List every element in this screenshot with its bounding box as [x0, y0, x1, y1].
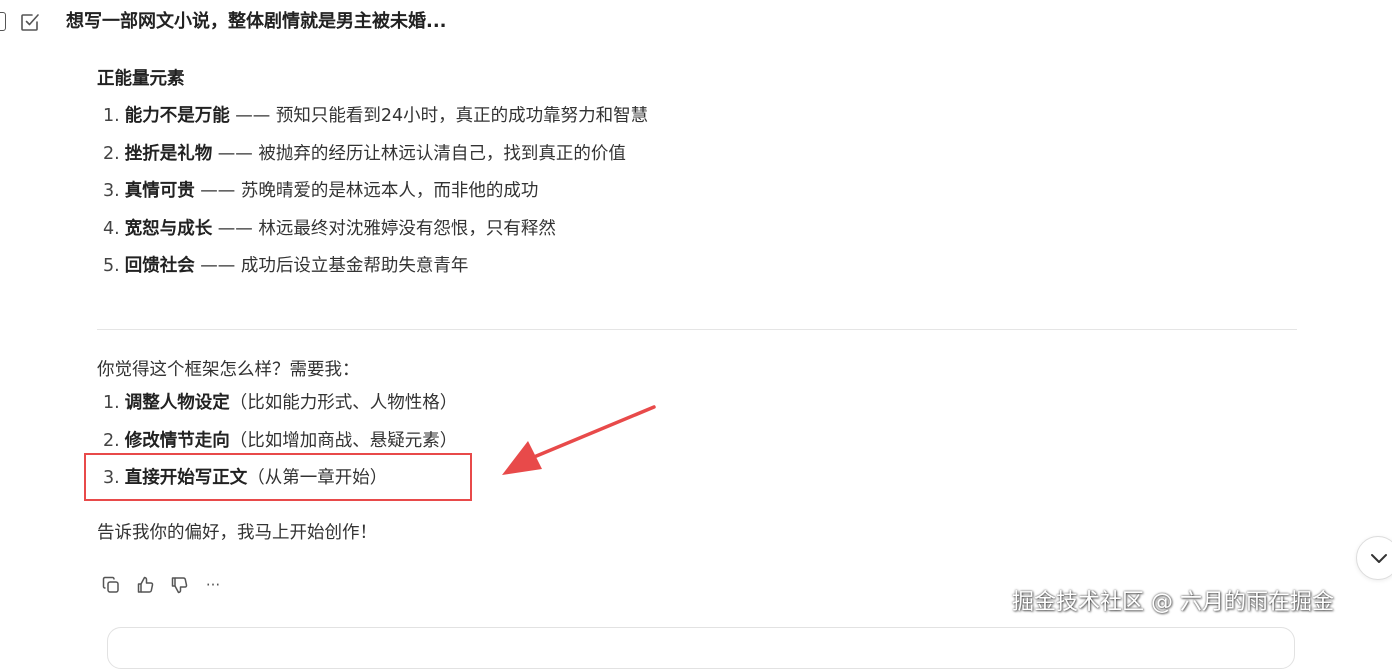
follow-up-question: 你觉得这个框架怎么样？需要我：: [97, 360, 360, 380]
conversation-header: 想写一部网文小说，整体剧情就是男主被未婚...: [0, 0, 1392, 44]
scroll-to-bottom-button[interactable]: [1356, 536, 1392, 580]
option-item: 1. 调整人物设定（比如能力形式、人物性格）: [103, 393, 458, 413]
chat-input[interactable]: [107, 627, 1295, 669]
sidebar-toggle-icon[interactable]: [0, 12, 6, 31]
option-item: 2. 修改情节走向（比如增加商战、悬疑元素）: [103, 430, 458, 451]
option-item-highlighted: 3. 直接开始写正文（从第一章开始）: [103, 468, 388, 488]
annotation-arrow-icon: [502, 405, 656, 475]
thumbs-up-icon: [137, 576, 154, 593]
watermark: 掘金技术社区 @ 六月的雨在掘金: [1012, 590, 1334, 615]
dislike-button[interactable]: [168, 574, 190, 596]
list-item: 1. 能力不是万能 —— 预知只能看到24小时，真正的成功靠努力和智慧: [103, 106, 649, 126]
list-item: 2. 挫折是礼物 —— 被抛弃的经历让林远认清自己，找到真正的价值: [103, 143, 626, 164]
closing-text: 告诉我你的偏好，我马上开始创作！: [97, 523, 377, 543]
message-actions: ···: [100, 572, 224, 598]
thumbs-down-icon: [171, 577, 188, 594]
more-icon: ···: [205, 576, 221, 594]
copy-icon: [102, 576, 119, 593]
list-item: 4. 宽恕与成长 —— 林远最终对沈雅婷没有怨恨，只有释然: [103, 218, 556, 239]
like-button[interactable]: [134, 574, 156, 596]
edit-checkbox-icon[interactable]: [18, 10, 42, 34]
list-item: 3. 真情可贵 —— 苏晚晴爱的是林远本人，而非他的成功: [103, 181, 539, 201]
options-list: 1. 调整人物设定（比如能力形式、人物性格） 2. 修改情节走向（比如增加商战、悬疑…: [103, 390, 457, 503]
section-heading: 正能量元素: [97, 69, 185, 89]
positive-elements-list: 1. 能力不是万能 —— 预知只能看到24小时，真正的成功靠努力和智慧 2. 挫折是…: [103, 103, 648, 291]
more-button[interactable]: ···: [202, 574, 224, 596]
conversation-title[interactable]: 想写一部网文小说，整体剧情就是男主被未婚...: [66, 8, 447, 36]
divider: [97, 329, 1297, 330]
list-item: 5. 回馈社会 —— 成功后设立基金帮助失意青年: [103, 256, 469, 276]
chevron-down-icon: [1371, 554, 1387, 563]
copy-button[interactable]: [100, 574, 122, 596]
